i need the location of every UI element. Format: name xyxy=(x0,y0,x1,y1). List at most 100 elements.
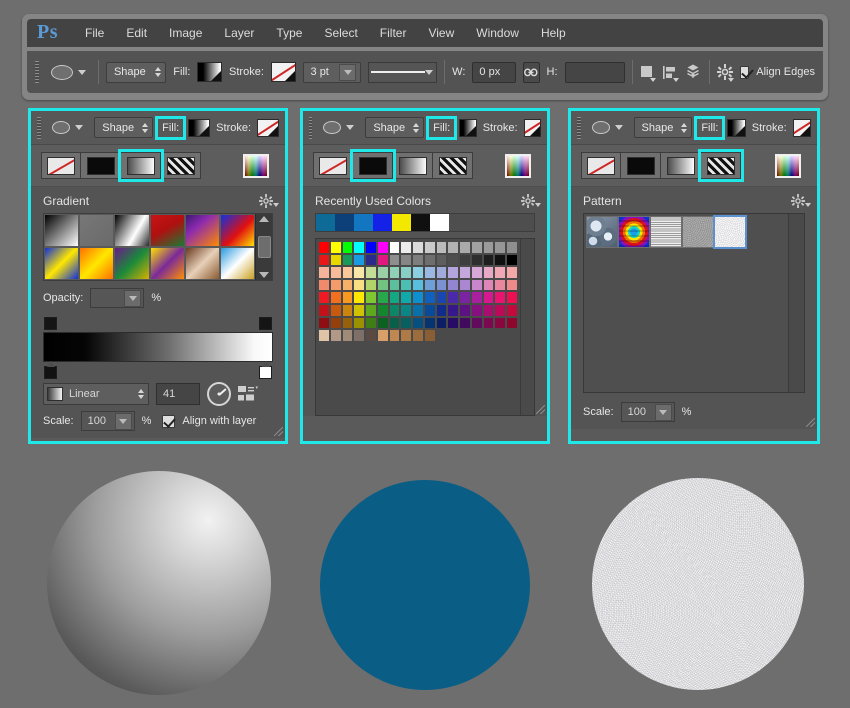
color-swatch-5-6[interactable] xyxy=(388,303,401,317)
color-swatch-4-5[interactable] xyxy=(376,291,389,304)
color-swatch-3-8[interactable] xyxy=(412,278,424,292)
gradient-preset-0[interactable] xyxy=(44,214,80,247)
gradient-scale-input[interactable]: 100 xyxy=(80,411,135,431)
gradient-angle-input[interactable]: 41 xyxy=(156,383,200,405)
color-swatch-0-7[interactable] xyxy=(400,241,413,254)
color-swatch-5-3[interactable] xyxy=(353,303,366,317)
fill-mode-gradient[interactable] xyxy=(661,152,701,179)
color-picker-button[interactable] xyxy=(775,153,801,178)
color-swatch-0-1[interactable] xyxy=(329,241,342,254)
color-swatch-4-15[interactable] xyxy=(494,291,507,304)
scroll-down-icon[interactable] xyxy=(259,272,269,278)
gear-icon[interactable] xyxy=(791,194,811,208)
gradient-preset-8[interactable] xyxy=(114,247,150,280)
color-swatch-6-7[interactable] xyxy=(400,316,413,330)
stroke-width-select[interactable]: 3 pt xyxy=(302,61,362,83)
color-swatch-3-3[interactable] xyxy=(353,278,366,292)
stroke-swatch-button[interactable] xyxy=(523,118,541,137)
gradient-preset-4[interactable] xyxy=(184,214,220,247)
link-icon[interactable] xyxy=(523,61,540,83)
color-swatch-6-11[interactable] xyxy=(447,316,460,330)
color-swatch-7-9[interactable] xyxy=(423,329,436,342)
recent-color-4[interactable] xyxy=(392,214,411,231)
opacity-stop-right[interactable] xyxy=(259,317,272,337)
menu-edit[interactable]: Edit xyxy=(115,23,158,43)
color-swatch-5-5[interactable] xyxy=(376,303,389,317)
color-swatch-7-4[interactable] xyxy=(365,329,377,342)
color-swatch-0-13[interactable] xyxy=(470,241,483,254)
gear-icon[interactable] xyxy=(716,61,734,83)
color-swatch-5-11[interactable] xyxy=(447,303,460,317)
color-swatch-2-13[interactable] xyxy=(470,266,483,279)
color-swatch-4-8[interactable] xyxy=(412,291,424,304)
stroke-swatch-button[interactable] xyxy=(270,62,296,82)
color-swatch-5-9[interactable] xyxy=(423,303,436,317)
fill-swatch-button[interactable] xyxy=(197,62,223,82)
color-swatch-7-7[interactable] xyxy=(400,329,413,342)
color-swatch-3-9[interactable] xyxy=(423,278,436,292)
color-swatch-2-14[interactable] xyxy=(482,266,495,279)
menu-view[interactable]: View xyxy=(417,23,465,43)
tool-preset-picker[interactable] xyxy=(50,121,88,134)
color-swatch-1-4[interactable] xyxy=(365,253,377,267)
color-swatch-5-16[interactable] xyxy=(506,303,518,317)
tool-preset-picker[interactable] xyxy=(49,64,91,80)
color-swatch-5-13[interactable] xyxy=(470,303,483,317)
color-swatch-2-3[interactable] xyxy=(353,266,366,279)
color-swatch-0-5[interactable] xyxy=(376,241,389,254)
color-swatch-1-2[interactable] xyxy=(341,253,354,267)
color-swatch-6-8[interactable] xyxy=(412,316,424,330)
color-swatch-0-12[interactable] xyxy=(459,241,471,254)
gear-icon[interactable] xyxy=(259,194,279,208)
gradient-preset-9[interactable] xyxy=(149,247,185,280)
color-swatch-4-7[interactable] xyxy=(400,291,413,304)
color-swatch-3-11[interactable] xyxy=(447,278,460,292)
color-swatch-0-3[interactable] xyxy=(353,241,366,254)
color-swatch-5-8[interactable] xyxy=(412,303,424,317)
color-swatch-6-1[interactable] xyxy=(329,316,342,330)
color-swatch-0-4[interactable] xyxy=(365,241,377,254)
color-swatch-2-1[interactable] xyxy=(329,266,342,279)
fill-mode-pattern[interactable] xyxy=(161,152,201,179)
options-bar-grip[interactable] xyxy=(35,61,40,83)
color-swatch-5-7[interactable] xyxy=(400,303,413,317)
gradient-preview-bar[interactable] xyxy=(43,332,273,362)
color-swatch-6-4[interactable] xyxy=(365,316,377,330)
color-swatch-2-4[interactable] xyxy=(365,266,377,279)
color-swatch-2-11[interactable] xyxy=(447,266,460,279)
gradient-preset-5[interactable] xyxy=(219,214,255,247)
color-swatch-2-15[interactable] xyxy=(494,266,507,279)
width-input[interactable]: 0 px xyxy=(472,61,517,83)
color-swatch-2-9[interactable] xyxy=(423,266,436,279)
color-swatch-3-16[interactable] xyxy=(506,278,518,292)
color-swatch-1-11[interactable] xyxy=(447,253,460,267)
chevron-down-icon[interactable] xyxy=(114,412,132,430)
color-swatch-3-4[interactable] xyxy=(365,278,377,292)
stroke-style-select[interactable] xyxy=(368,61,438,83)
fill-mode-no-color[interactable] xyxy=(41,152,81,179)
color-swatch-3-1[interactable] xyxy=(329,278,342,292)
fill-swatch-button[interactable] xyxy=(188,118,211,137)
color-swatch-3-13[interactable] xyxy=(470,278,483,292)
fill-mode-gradient[interactable] xyxy=(393,152,433,179)
gradient-filled-circle[interactable] xyxy=(47,471,271,695)
panel-resize-grip[interactable] xyxy=(536,405,545,414)
pattern-scale-input[interactable]: 100 xyxy=(620,402,675,422)
opacity-stop-left[interactable] xyxy=(44,317,57,337)
color-swatch-0-2[interactable] xyxy=(341,241,354,254)
color-swatch-6-10[interactable] xyxy=(435,316,448,330)
reverse-dither-icon[interactable] xyxy=(238,385,258,403)
color-swatch-3-12[interactable] xyxy=(459,278,471,292)
pattern-filled-circle[interactable] xyxy=(592,478,804,690)
shape-mode-select[interactable]: Shape xyxy=(105,61,167,83)
color-swatch-4-3[interactable] xyxy=(353,291,366,304)
color-swatch-4-14[interactable] xyxy=(482,291,495,304)
options-bar-grip[interactable] xyxy=(577,116,581,139)
color-swatch-1-6[interactable] xyxy=(388,253,401,267)
gradient-preset-7[interactable] xyxy=(79,247,115,280)
menu-select[interactable]: Select xyxy=(313,23,368,43)
chevron-down-icon[interactable] xyxy=(654,403,672,421)
color-swatch-6-15[interactable] xyxy=(494,316,507,330)
solid-filled-circle[interactable] xyxy=(320,480,530,690)
recent-color-6[interactable] xyxy=(430,214,449,231)
